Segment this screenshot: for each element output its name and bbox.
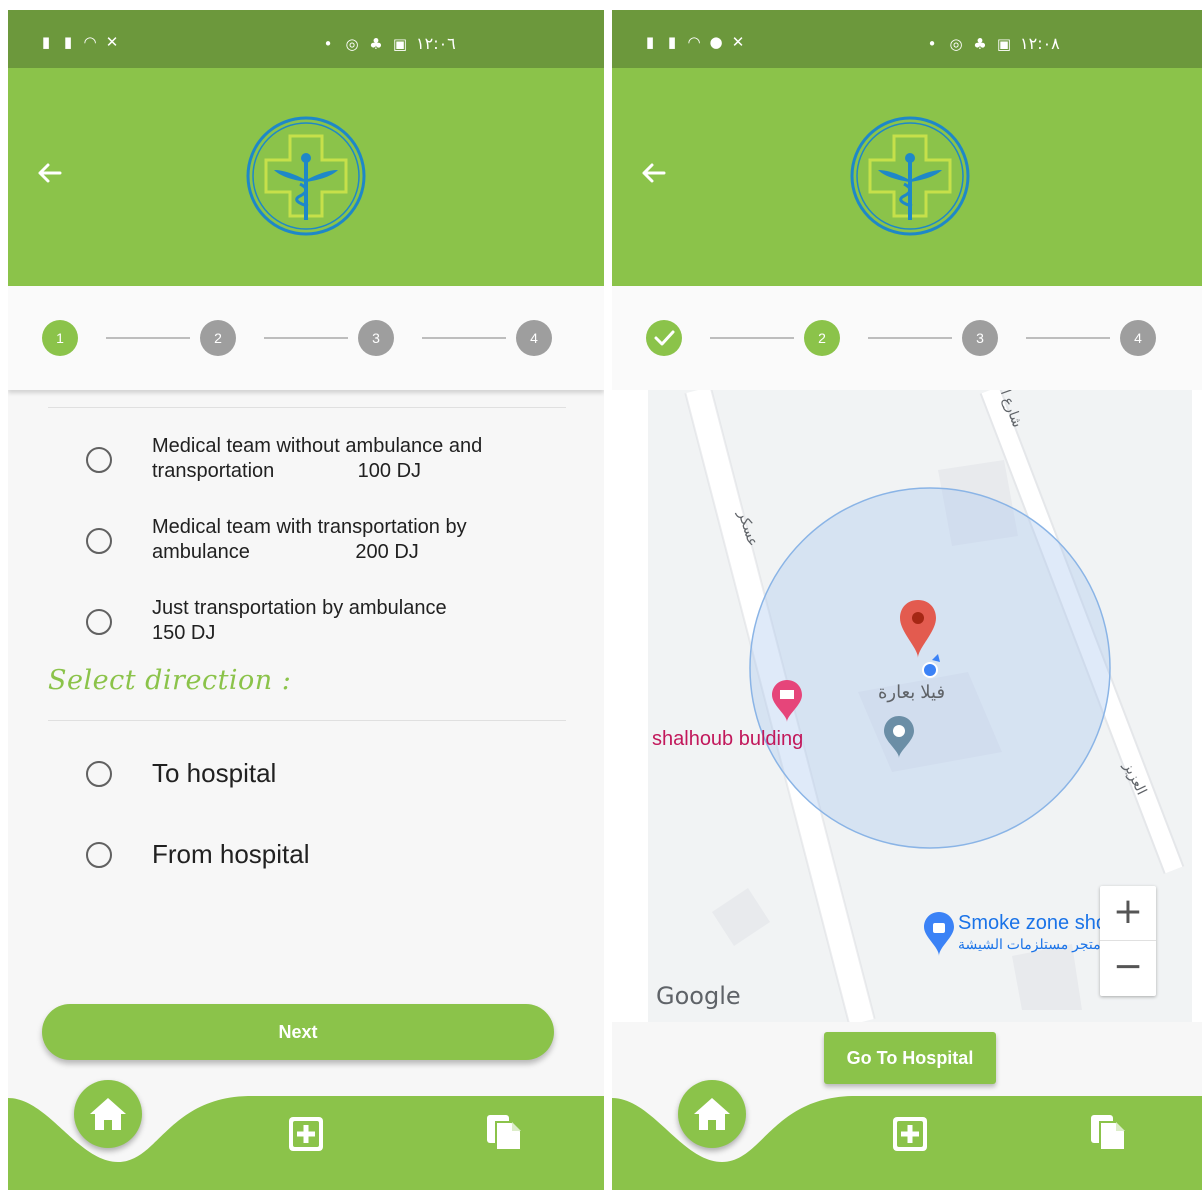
step-connector: [1026, 337, 1110, 339]
attribution-text: Google: [656, 982, 741, 1010]
app-icon: ♣: [369, 34, 383, 53]
poi-label[interactable]: shalhoub bulding: [652, 728, 803, 751]
back-arrow-icon[interactable]: [638, 158, 668, 188]
mute-icon: ✕: [731, 33, 745, 51]
status-icons-left: ▮ ▮ ◠ ● ✕: [642, 34, 746, 50]
check-icon: [654, 330, 675, 346]
map-pin-icon[interactable]: [898, 600, 938, 660]
step-4[interactable]: 4: [516, 320, 552, 356]
home-icon: [90, 1098, 126, 1130]
zoom-out-button[interactable]: −: [1100, 941, 1156, 996]
signal-icon: ▮: [63, 33, 73, 51]
step-1-screen: ▮ ▮ ◠ ✕ • ◎ ♣ ▣ ١٢:٠٦ 1 2 3 4 Medical te…: [8, 10, 604, 1190]
gallery-icon: ▣: [392, 34, 408, 53]
step-connector: [422, 337, 506, 339]
medical-caduceus-logo: [246, 116, 366, 236]
step-3[interactable]: 3: [358, 320, 394, 356]
dot-icon: •: [927, 34, 937, 53]
battery-icon: ▮: [41, 33, 51, 51]
home-icon: [694, 1098, 730, 1130]
wifi-icon: ◠: [687, 33, 701, 51]
select-direction-title: Select direction :: [48, 665, 292, 696]
status-icons-left: ▮ ▮ ◠ ✕: [38, 34, 120, 50]
divider: [48, 407, 566, 408]
step-2[interactable]: 2: [804, 320, 840, 356]
nav-home-button[interactable]: [74, 1080, 142, 1148]
status-icons-right: • ◎ ♣ ▣ ١٢:٠٦: [320, 34, 456, 53]
step-4[interactable]: 4: [1120, 320, 1156, 356]
go-to-hospital-button[interactable]: Go To Hospital: [824, 1032, 996, 1084]
instagram-icon: ◎: [345, 34, 359, 53]
option-label-line2: ambulance 200 DJ: [152, 541, 419, 563]
app-icon: ♣: [973, 34, 987, 53]
status-bar: ▮ ▮ ◠ ● ✕ • ◎ ♣ ▣ ١٢:٠٨: [612, 10, 1202, 68]
radio-button[interactable]: [86, 761, 112, 787]
step-connector: [106, 337, 190, 339]
direction-label: From hospital: [152, 839, 310, 869]
step-2-screen: ▮ ▮ ◠ ● ✕ • ◎ ♣ ▣ ١٢:٠٨ 2 3 4 شارع ا عسك…: [612, 10, 1202, 1190]
step-connector: [710, 337, 794, 339]
stepper: 2 3 4: [612, 286, 1202, 390]
back-arrow-icon[interactable]: [34, 158, 64, 188]
shopping-bag-icon[interactable]: [924, 912, 954, 956]
signal-icon: ▮: [667, 33, 677, 51]
divider: [48, 720, 566, 721]
instagram-icon: ◎: [949, 34, 963, 53]
secondary-pin-icon[interactable]: [884, 716, 914, 758]
location-icon: ●: [709, 33, 723, 51]
radio-button[interactable]: [86, 528, 112, 554]
documents-icon[interactable]: [1088, 1112, 1128, 1152]
status-bar: ▮ ▮ ◠ ✕ • ◎ ♣ ▣ ١٢:٠٦: [8, 10, 604, 68]
wifi-icon: ◠: [83, 33, 97, 51]
app-header: [8, 68, 604, 286]
next-button[interactable]: Next: [42, 1004, 554, 1060]
poi-sublabel: متجر مستلزمات الشيشة: [958, 936, 1101, 952]
option-label-line1: Just transportation by ambulance: [152, 597, 447, 619]
gallery-icon: ▣: [996, 34, 1012, 53]
battery-icon: ▮: [645, 33, 655, 51]
option-label-line1: Medical team with transportation by: [152, 516, 467, 538]
medical-caduceus-logo: [850, 116, 970, 236]
radio-button[interactable]: [86, 609, 112, 635]
poi-label[interactable]: Smoke zone shop: [958, 912, 1118, 935]
direction-label: To hospital: [152, 758, 277, 788]
place-label: فيلا بعارة: [878, 682, 946, 702]
step-1[interactable]: 1: [42, 320, 78, 356]
mute-icon: ✕: [105, 33, 119, 51]
option-label-line2: transportation 100 DJ: [152, 460, 422, 482]
app-header: [612, 68, 1202, 286]
nav-home-button[interactable]: [678, 1080, 746, 1148]
status-time: ١٢:٠٨: [1020, 34, 1060, 53]
step-connector: [264, 337, 348, 339]
step-3[interactable]: 3: [962, 320, 998, 356]
medical-add-icon[interactable]: [890, 1114, 930, 1154]
option-label-line1: Medical team without ambulance and: [152, 435, 483, 457]
status-time: ١٢:٠٦: [416, 34, 456, 53]
hotel-icon[interactable]: [772, 680, 802, 722]
step-connector: [868, 337, 952, 339]
stepper: 1 2 3 4: [8, 286, 604, 390]
dot-icon: •: [323, 34, 333, 53]
zoom-controls: + −: [1100, 886, 1156, 996]
step-2[interactable]: 2: [200, 320, 236, 356]
documents-icon[interactable]: [484, 1112, 524, 1152]
radio-button[interactable]: [86, 842, 112, 868]
status-icons-right: • ◎ ♣ ▣ ١٢:٠٨: [924, 34, 1060, 53]
step-1-complete[interactable]: [646, 320, 682, 356]
zoom-in-button[interactable]: +: [1100, 886, 1156, 941]
google-attribution: Google: [656, 982, 741, 1010]
option-label-line2: 150 DJ: [152, 622, 216, 644]
radio-button[interactable]: [86, 447, 112, 473]
medical-add-icon[interactable]: [286, 1114, 326, 1154]
